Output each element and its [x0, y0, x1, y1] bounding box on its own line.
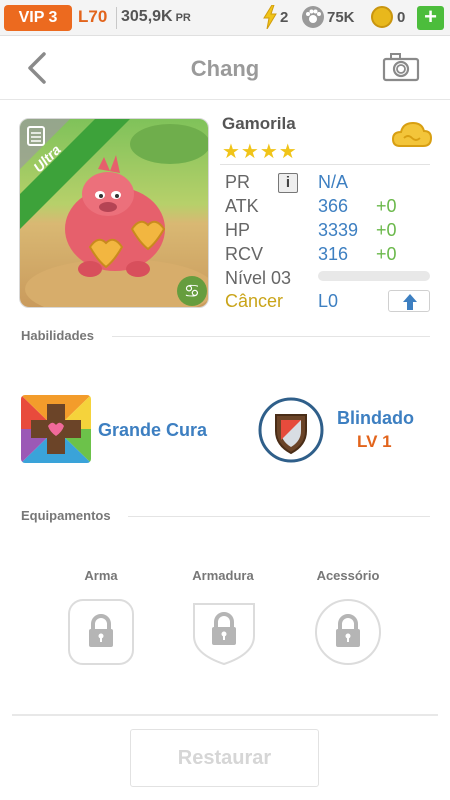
- stat-atk-bonus: +0: [376, 196, 397, 216]
- section-title-equipment: Equipamentos: [21, 508, 111, 523]
- divider: [220, 164, 430, 165]
- camera-icon[interactable]: [382, 52, 420, 82]
- heart-cross-icon[interactable]: [21, 395, 91, 463]
- monster-name: Gamorila: [222, 114, 296, 133]
- stat-pr-label: PR: [225, 172, 251, 192]
- equip-label-armor: Armadura: [192, 568, 254, 583]
- paw-points: 75K: [327, 9, 355, 26]
- power-rating-unit: PR: [175, 12, 191, 24]
- sign-level: L0: [318, 291, 339, 311]
- power-rating: 305,9K PR: [121, 8, 191, 26]
- stat-rcv-bonus: +0: [376, 244, 397, 264]
- header: Chang: [0, 36, 450, 100]
- stat-hp-label: HP: [225, 220, 251, 240]
- equip-slot-accessory[interactable]: [314, 598, 382, 666]
- coin-count: 0: [397, 9, 406, 26]
- level-label: Nível 03: [225, 268, 292, 288]
- stat-hp-value: 3339: [318, 220, 359, 240]
- skill-name-grande-cura[interactable]: Grande Cura: [98, 420, 207, 441]
- add-coins-button[interactable]: +: [417, 6, 444, 30]
- svg-text:♋: ♋: [184, 281, 200, 302]
- skill-level: LV 1: [357, 432, 392, 451]
- stat-rcv-value: 316: [318, 244, 349, 264]
- divider: [12, 714, 438, 716]
- monster-card[interactable]: ♋ Ultra: [19, 118, 209, 308]
- coin-icon: [371, 6, 393, 28]
- paw-icon: [302, 6, 324, 28]
- section-title-abilities: Habilidades: [21, 328, 94, 343]
- stat-rcv-label: RCV: [225, 244, 264, 264]
- divider: [116, 7, 117, 29]
- arrow-up-icon: [403, 294, 417, 310]
- stat-atk-value: 366: [318, 196, 349, 216]
- equip-label-accessory: Acessório: [316, 568, 380, 583]
- skill-name-blindado[interactable]: Blindado: [337, 408, 414, 429]
- equip-slot-armor[interactable]: [190, 598, 258, 666]
- power-rating-value: 305,9K: [121, 8, 173, 25]
- stat-pr-value: N/A: [318, 172, 349, 192]
- status-bar: VIP 3 L70 305,9K PR 2 75K 0 +: [0, 0, 450, 36]
- info-icon[interactable]: i: [278, 173, 298, 193]
- vip-badge[interactable]: VIP 3: [4, 5, 72, 31]
- zodiac-sign: Câncer: [225, 291, 284, 311]
- stat-atk-label: ATK: [225, 196, 259, 216]
- restore-button[interactable]: Restaurar: [130, 729, 319, 787]
- player-level: L70: [78, 7, 108, 26]
- equip-label-weapon: Arma: [84, 568, 118, 583]
- cloud-element-icon[interactable]: [392, 120, 432, 152]
- level-progress-bar: [318, 271, 430, 281]
- lightning-icon: [263, 5, 277, 29]
- equip-slot-weapon[interactable]: [67, 598, 135, 666]
- star-rating: ★★★★: [222, 141, 298, 163]
- stat-hp-bonus: +0: [376, 220, 397, 240]
- divider: [112, 336, 430, 337]
- energy-count: 2: [280, 9, 289, 26]
- divider: [128, 516, 430, 517]
- upgrade-button[interactable]: [388, 290, 430, 312]
- shield-badge-icon[interactable]: [258, 397, 324, 463]
